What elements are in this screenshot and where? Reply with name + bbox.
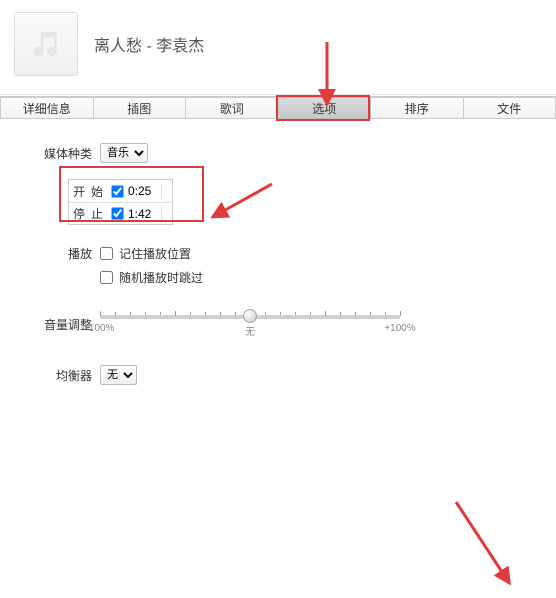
annotation-arrow-down-bottom: [446, 498, 526, 591]
stop-input[interactable]: [128, 207, 162, 221]
tab-file[interactable]: 文件: [464, 97, 556, 119]
artwork-placeholder: [14, 12, 78, 76]
tab-details[interactable]: 详细信息: [0, 97, 94, 119]
header: 离人愁 - 李袁杰: [0, 0, 556, 95]
start-checkbox[interactable]: [111, 185, 123, 197]
tab-options[interactable]: 选项: [279, 97, 372, 119]
skip-shuffle-label: 随机播放时跳过: [119, 269, 203, 286]
volume-slider[interactable]: -100% 无 +100%: [100, 307, 400, 341]
media-type-label: 媒体种类: [28, 145, 92, 162]
slider-thumb[interactable]: [243, 309, 257, 323]
start-input[interactable]: [128, 184, 162, 198]
playback-label: 播放: [28, 243, 92, 262]
tab-sort[interactable]: 排序: [371, 97, 464, 119]
stop-checkbox[interactable]: [111, 207, 123, 219]
eq-label: 均衡器: [28, 367, 92, 384]
tab-artwork[interactable]: 插图: [94, 97, 187, 119]
media-type-select[interactable]: 音乐: [100, 143, 148, 163]
tab-bar: 详细信息 插图 歌词 选项 排序 文件: [0, 96, 556, 119]
stop-label: 停止: [73, 205, 103, 222]
skip-shuffle-checkbox[interactable]: [100, 271, 113, 284]
remember-position-label: 记住播放位置: [119, 245, 191, 262]
start-label: 开始: [73, 183, 103, 200]
options-pane: 媒体种类 音乐 开始 停止 播放 记住播放位置 随机播放时跳过: [0, 119, 556, 419]
time-box: 开始 停止: [68, 179, 173, 225]
eq-select[interactable]: 无: [100, 365, 137, 385]
remember-position-checkbox[interactable]: [100, 247, 113, 260]
volume-label: 音量调整: [28, 316, 92, 333]
music-note-icon: [30, 28, 62, 60]
song-title: 离人愁 - 李袁杰: [94, 32, 204, 56]
tab-lyrics[interactable]: 歌词: [186, 97, 279, 119]
